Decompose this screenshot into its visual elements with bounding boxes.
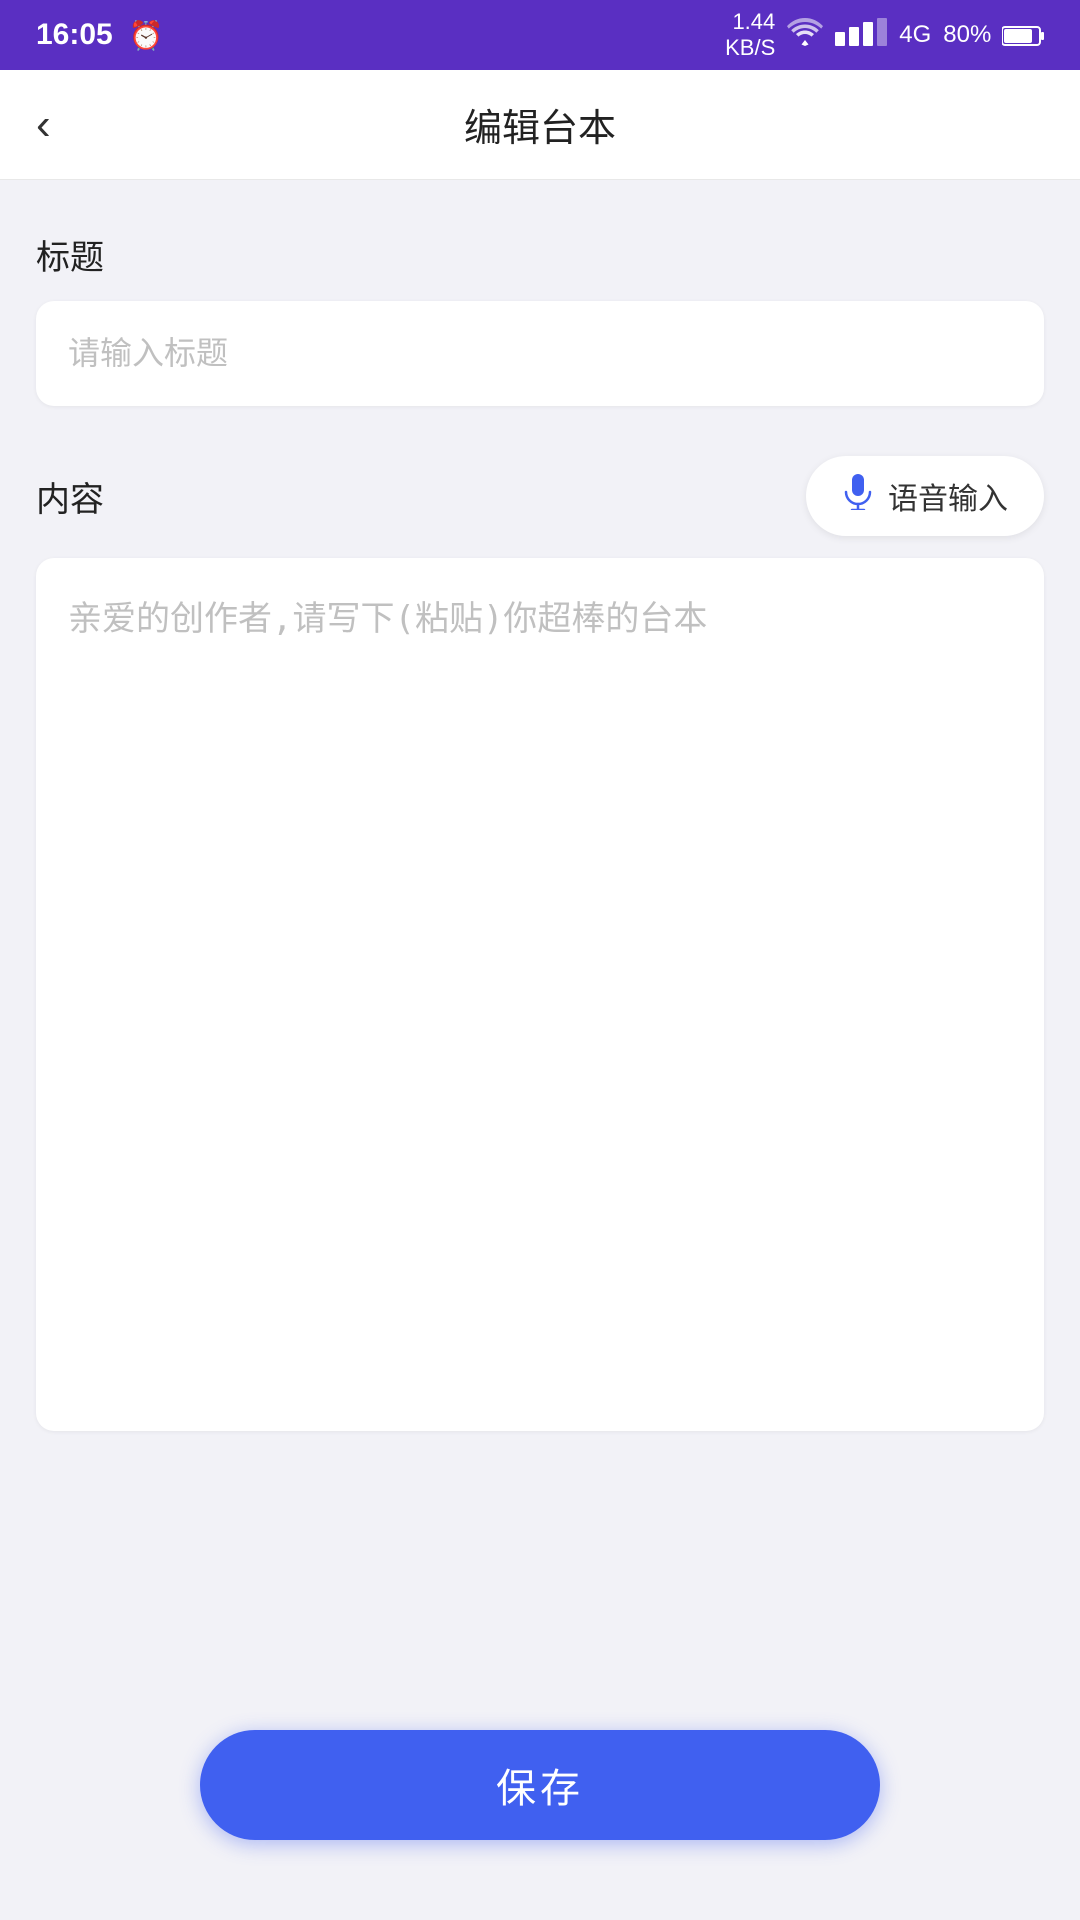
wifi-icon (787, 18, 823, 53)
mic-icon (842, 474, 874, 518)
back-button[interactable]: ‹ (36, 103, 51, 147)
content-section: 内容 语音输入 (36, 456, 1044, 1431)
back-icon: ‹ (36, 100, 51, 149)
signal-4g-icon: 4G (899, 21, 931, 49)
save-button-wrapper: 保存 (200, 1730, 880, 1840)
content-textarea[interactable] (44, 562, 1036, 1422)
title-section: 标题 (36, 230, 1044, 406)
content-textarea-wrapper (36, 558, 1044, 1431)
title-input-wrapper (36, 301, 1044, 406)
title-label: 标题 (36, 230, 1044, 279)
speed-indicator: 1.44KB/S (725, 9, 775, 62)
voice-input-button[interactable]: 语音输入 (806, 456, 1044, 536)
status-bar: 16:05 ⏰ 1.44KB/S 4G 80% (0, 0, 1080, 70)
status-time: 16:05 (36, 18, 113, 52)
signal-icon (835, 18, 887, 53)
title-input[interactable] (44, 305, 1036, 402)
main-content: 标题 内容 语音输入 (0, 180, 1080, 1431)
content-section-header: 内容 语音输入 (36, 456, 1044, 536)
status-right: 1.44KB/S 4G 80% (725, 9, 1044, 62)
header: ‹ 编辑台本 (0, 70, 1080, 180)
page-title: 编辑台本 (464, 97, 616, 152)
save-button[interactable]: 保存 (200, 1730, 880, 1840)
content-label: 内容 (36, 472, 104, 521)
battery-icon: 80% (943, 21, 1044, 49)
voice-button-label: 语音输入 (888, 474, 1008, 518)
status-left: 16:05 ⏰ (36, 18, 164, 52)
alarm-icon: ⏰ (129, 19, 164, 52)
save-label: 保存 (496, 1767, 584, 1811)
